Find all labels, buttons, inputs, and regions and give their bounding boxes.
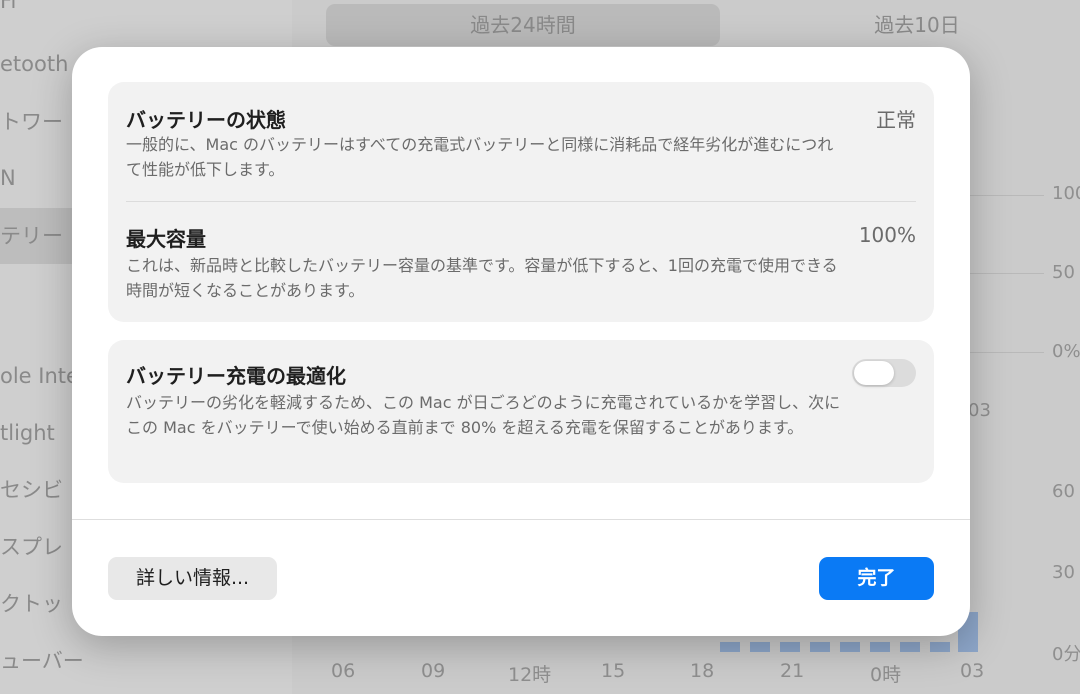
sidebar-item-menubar[interactable]: ューバー — [0, 646, 84, 676]
battery-health-dialog: バッテリーの状態 正常 一般的に、Mac のバッテリーはすべての充電式バッテリー… — [72, 47, 970, 636]
divider — [126, 201, 916, 202]
optimized-charging-description: バッテリーの劣化を軽減するため、この Mac が日ごろどのように充電されているか… — [126, 393, 841, 437]
battery-health-value: 正常 — [876, 108, 916, 132]
footer-divider — [72, 519, 970, 520]
usage-bar — [870, 642, 890, 652]
segment-last-10-days[interactable]: 過去10日 — [722, 4, 1080, 46]
hour-label: 15 — [601, 660, 626, 682]
max-capacity-value: 100% — [858, 223, 916, 247]
hour-label: 18 — [690, 660, 715, 682]
axis-label: 50 — [1052, 262, 1075, 283]
hour-label: 06 — [331, 660, 356, 682]
sidebar-item-desktop[interactable]: クトッ — [0, 589, 63, 619]
done-button[interactable]: 完了 — [819, 557, 934, 600]
hour-label: 09 — [421, 660, 446, 682]
battery-health-title: バッテリーの状態 — [126, 108, 286, 132]
toggle-knob — [854, 361, 894, 385]
axis-label: 100 — [1052, 183, 1080, 204]
more-info-button[interactable]: 詳しい情報... — [108, 557, 277, 600]
hour-label: 03 — [960, 660, 985, 682]
sidebar-item-bluetooth[interactable]: etooth — [0, 49, 68, 79]
usage-bar — [810, 642, 830, 652]
sidebar-item-network[interactable]: トワー — [0, 107, 63, 137]
usage-bar — [750, 642, 770, 652]
optimized-charging-group: バッテリー充電の最適化 バッテリーの劣化を軽減するため、この Mac が日ごろど… — [108, 340, 934, 483]
hour-label: 12時 — [508, 664, 552, 686]
axis-label: 30 — [1052, 562, 1075, 583]
usage-bar — [780, 642, 800, 652]
sidebar-item-spotlight[interactable]: tlight — [0, 418, 55, 448]
battery-info-group: バッテリーの状態 正常 一般的に、Mac のバッテリーはすべての充電式バッテリー… — [108, 82, 934, 322]
axis-label: 0分 — [1052, 644, 1080, 665]
usage-bar — [930, 642, 950, 652]
sidebar-item-battery[interactable]: テリー — [0, 221, 63, 251]
chart-gridline — [966, 352, 1044, 353]
optimized-charging-title: バッテリー充電の最適化 — [126, 364, 346, 388]
battery-health-description: 一般的に、Mac のバッテリーはすべての充電式バッテリーと同様に消耗品で経年劣化… — [126, 135, 834, 179]
sidebar-item-wifi[interactable]: Fi — [0, 0, 16, 16]
axis-label: 60 — [1052, 481, 1075, 502]
sidebar-item-displays[interactable]: スプレ — [0, 532, 63, 562]
usage-bar — [900, 642, 920, 652]
max-capacity-title: 最大容量 — [126, 227, 206, 251]
max-capacity-description: これは、新品時と比較したバッテリー容量の基準です。容量が低下すると、1回の充電で… — [126, 256, 838, 300]
axis-label: 0% — [1052, 341, 1080, 362]
usage-bar — [720, 642, 740, 652]
sidebar-item-apple-intelligence[interactable]: ole Inte — [0, 361, 79, 391]
usage-bar — [840, 642, 860, 652]
segment-last-24-hours[interactable]: 過去24時間 — [326, 4, 720, 46]
chart-gridline — [966, 273, 1044, 274]
hour-label: 21 — [780, 660, 805, 682]
hour-label: 0時 — [870, 664, 902, 686]
chart-time-label: 03 — [968, 400, 991, 421]
sidebar-item-accessibility[interactable]: セシビ — [0, 475, 63, 505]
chart-gridline — [966, 195, 1044, 196]
optimized-charging-toggle[interactable] — [852, 359, 916, 387]
sidebar-item-vpn[interactable]: N — [0, 163, 16, 193]
